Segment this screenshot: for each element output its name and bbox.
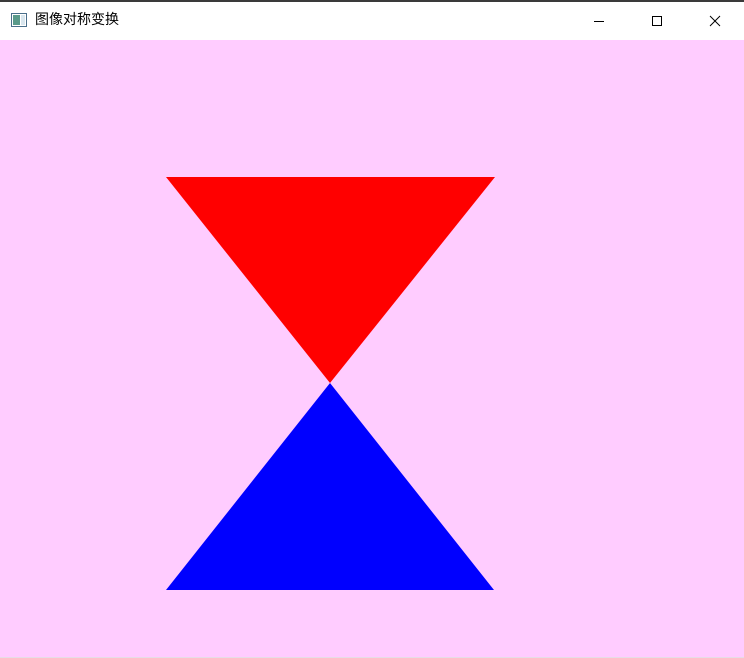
app-window: 图像对称变换 (0, 0, 744, 658)
app-window-icon-graphic (11, 13, 27, 27)
minimize-icon (594, 21, 604, 22)
minimize-button[interactable] (570, 2, 628, 40)
close-button[interactable] (686, 2, 744, 40)
drawing-canvas (0, 40, 744, 657)
app-window-icon (11, 12, 27, 27)
close-icon (709, 15, 721, 27)
maximize-button[interactable] (628, 2, 686, 40)
window-title: 图像对称变换 (35, 12, 119, 28)
canvas-svg (0, 40, 744, 657)
maximize-icon (652, 16, 662, 26)
title-bar[interactable]: 图像对称变换 (0, 2, 744, 40)
